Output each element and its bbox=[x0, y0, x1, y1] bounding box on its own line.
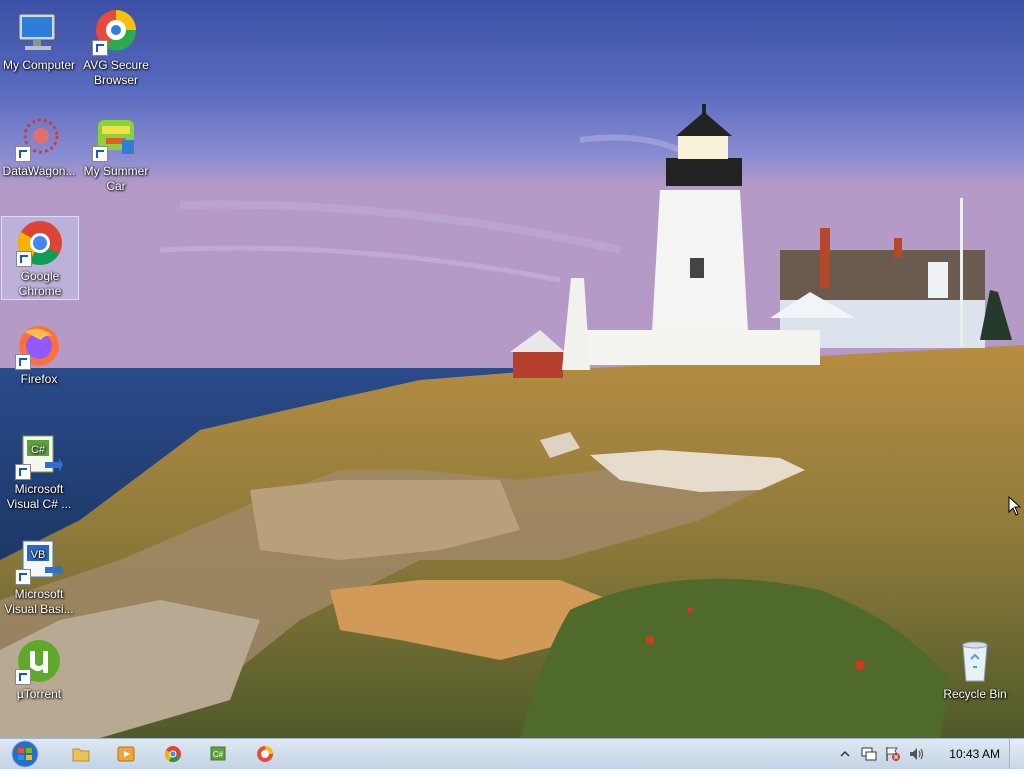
datawagon-icon bbox=[15, 114, 63, 162]
my-summer-car-icon bbox=[92, 114, 140, 162]
desktop-icon-recycle-bin[interactable]: Recycle Bin bbox=[937, 635, 1013, 702]
show-hidden-icons-button[interactable] bbox=[840, 749, 850, 759]
chrome-icon bbox=[164, 746, 181, 763]
recycle-bin-icon bbox=[951, 637, 999, 685]
utorrent-icon bbox=[15, 637, 63, 685]
chrome-icon bbox=[16, 219, 64, 267]
shortcut-arrow-icon bbox=[15, 146, 31, 162]
shortcut-arrow-icon bbox=[15, 354, 31, 370]
taskbar-visual-csharp[interactable]: C# bbox=[203, 742, 233, 766]
shortcut-arrow-icon bbox=[92, 146, 108, 162]
clock[interactable]: 10:43 AM bbox=[949, 747, 1000, 761]
taskbar-media-player[interactable] bbox=[111, 742, 141, 766]
desktop-icon-utorrent[interactable]: µTorrent bbox=[1, 635, 77, 702]
system-tray: 10:43 AM bbox=[834, 739, 1024, 769]
desktop-icon-visual-csharp[interactable]: C# Microsoft Visual C# ... bbox=[1, 430, 77, 512]
desktop-icon-datawagon[interactable]: DataWagon... bbox=[1, 112, 77, 179]
network-icon[interactable] bbox=[860, 746, 878, 762]
desktop-icon-my-summer-car[interactable]: My Summer Car bbox=[78, 112, 154, 194]
desktop-icon-firefox[interactable]: Firefox bbox=[1, 320, 77, 387]
file-explorer-icon bbox=[72, 748, 90, 762]
shortcut-arrow-icon bbox=[92, 40, 108, 56]
start-button[interactable] bbox=[6, 740, 44, 768]
taskbar-avg-browser[interactable] bbox=[250, 742, 280, 766]
taskbar-chrome[interactable] bbox=[158, 742, 188, 766]
firefox-icon bbox=[15, 322, 63, 370]
taskbar-file-explorer[interactable] bbox=[66, 742, 96, 766]
volume-icon[interactable] bbox=[908, 746, 926, 762]
svg-text:C#: C# bbox=[31, 444, 46, 456]
desktop-icon-avg-secure-browser[interactable]: AVG Secure Browser bbox=[78, 6, 154, 88]
avg-browser-icon bbox=[92, 8, 140, 56]
svg-text:C#: C# bbox=[213, 750, 224, 759]
action-center-flag-icon[interactable] bbox=[884, 746, 902, 762]
desktop-icon-my-computer[interactable]: My Computer bbox=[1, 6, 77, 73]
visual-csharp-icon: C# bbox=[15, 432, 63, 480]
desktop-icon-visual-basic[interactable]: VB Microsoft Visual Basi... bbox=[1, 535, 77, 617]
avg-browser-icon bbox=[257, 746, 273, 762]
shortcut-arrow-icon bbox=[16, 251, 32, 267]
shortcut-arrow-icon bbox=[15, 464, 31, 480]
mouse-cursor-icon bbox=[1008, 496, 1022, 516]
visual-basic-icon: VB bbox=[15, 537, 63, 585]
visual-csharp-icon: C# bbox=[210, 746, 226, 761]
show-desktop-button[interactable] bbox=[1009, 739, 1024, 769]
svg-text:VB: VB bbox=[31, 549, 46, 561]
taskbar: C# 10:43 AM bbox=[0, 738, 1024, 769]
media-player-icon bbox=[117, 746, 135, 762]
shortcut-arrow-icon bbox=[15, 669, 31, 685]
desktop-icon-google-chrome[interactable]: Google Chrome bbox=[1, 216, 79, 300]
computer-icon bbox=[15, 8, 63, 56]
shortcut-arrow-icon bbox=[15, 569, 31, 585]
lighthouse-wallpaper bbox=[0, 0, 1024, 738]
desktop[interactable]: My Computer AVG Secure Browser DataWagon… bbox=[0, 0, 1024, 738]
